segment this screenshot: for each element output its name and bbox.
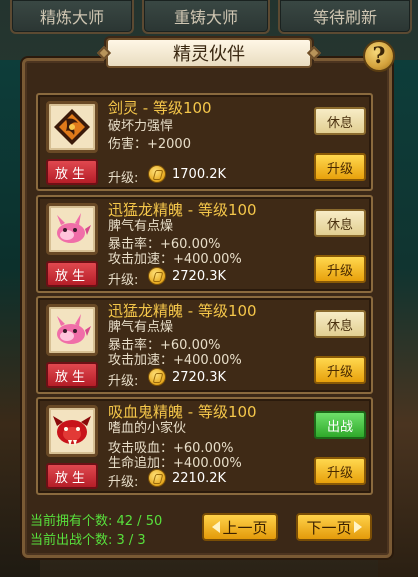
spirit-stat: 生命追加：+400.00% <box>108 456 242 471</box>
upgrade-cost: 2720.3K <box>172 269 227 284</box>
upgrade-cost: 2210.2K <box>172 471 227 486</box>
rest-button[interactable]: 休息 <box>314 310 366 338</box>
deploy-button[interactable]: 出战 <box>314 411 366 439</box>
rest-button[interactable]: 休息 <box>314 209 366 237</box>
arrow-left-icon <box>212 521 221 533</box>
spirit-card: 放生 迅猛龙精魄 - 等级100 脾气有点燥 暴击率：+60.00% 攻击加速：… <box>36 195 373 293</box>
spirit-stat: 攻击加速：+400.00% <box>108 353 242 368</box>
release-button[interactable]: 放生 <box>46 463 98 489</box>
spirit-desc: 脾气有点燥 <box>108 320 174 335</box>
release-button[interactable]: 放生 <box>46 159 98 185</box>
upgrade-button[interactable]: 升级 <box>314 255 366 283</box>
upgrade-button[interactable]: 升级 <box>314 457 366 485</box>
spirit-stat: 伤害：+2000 <box>108 137 191 152</box>
spirit-stat: 攻击加速：+400.00% <box>108 252 242 267</box>
upgrade-button[interactable]: 升级 <box>314 356 366 384</box>
panel-title-text: 精灵伙伴 <box>173 44 245 65</box>
upgrade-cost: 1700.2K <box>172 167 227 182</box>
upgrade-cost-label: 升级: <box>108 374 139 389</box>
tab-refine-master[interactable]: 精炼大师 <box>10 0 134 34</box>
spirit-card: 放生 迅猛龙精魄 - 等级100 脾气有点燥 暴击率：+60.00% 攻击加速：… <box>36 296 373 394</box>
red-vampire-icon <box>46 405 98 457</box>
spirit-card: 放生 吸血鬼精魄 - 等级100 嗜血的小家伙 攻击吸血：+60.00% 生命追… <box>36 397 373 495</box>
upgrade-cost: 2720.3K <box>172 370 227 385</box>
deployed-count: 当前出战个数: 3 / 3 <box>30 533 146 548</box>
next-page-button[interactable]: 下一页 <box>296 513 372 541</box>
upgrade-button[interactable]: 升级 <box>314 153 366 181</box>
spirit-card: 放生 剑灵 - 等级100 破坏力强悍 伤害：+2000 升级: 1700.2K… <box>36 93 373 191</box>
pink-dragon-icon <box>46 203 98 255</box>
upgrade-cost-label: 升级: <box>108 171 139 186</box>
prev-page-label: 上一页 <box>222 518 268 537</box>
rest-button[interactable]: 休息 <box>314 107 366 135</box>
owned-count: 当前拥有个数: 42 / 50 <box>30 514 163 529</box>
gold-coin-icon <box>148 267 166 285</box>
upgrade-cost-label: 升级: <box>108 273 139 288</box>
spirit-desc: 破坏力强悍 <box>108 119 174 134</box>
gold-coin-icon <box>148 368 166 386</box>
next-page-label: 下一页 <box>306 518 352 537</box>
arrow-right-icon <box>353 521 362 533</box>
spirit-desc: 脾气有点燥 <box>108 219 174 234</box>
tab-reforge-master[interactable]: 重铸大师 <box>142 0 270 34</box>
panel-title: 精灵伙伴 <box>96 38 322 68</box>
pink-dragon-icon <box>46 304 98 356</box>
release-button[interactable]: 放生 <box>46 362 98 388</box>
help-button[interactable]: ? <box>363 40 395 72</box>
prev-page-button[interactable]: 上一页 <box>202 513 278 541</box>
release-button[interactable]: 放生 <box>46 261 98 287</box>
tab-waiting-refresh[interactable]: 等待刷新 <box>278 0 412 34</box>
spirit-desc: 嗜血的小家伙 <box>108 421 187 436</box>
sword-spirit-icon <box>46 101 98 153</box>
gold-coin-icon <box>148 165 166 183</box>
gold-coin-icon <box>148 469 166 487</box>
upgrade-cost-label: 升级: <box>108 475 139 490</box>
